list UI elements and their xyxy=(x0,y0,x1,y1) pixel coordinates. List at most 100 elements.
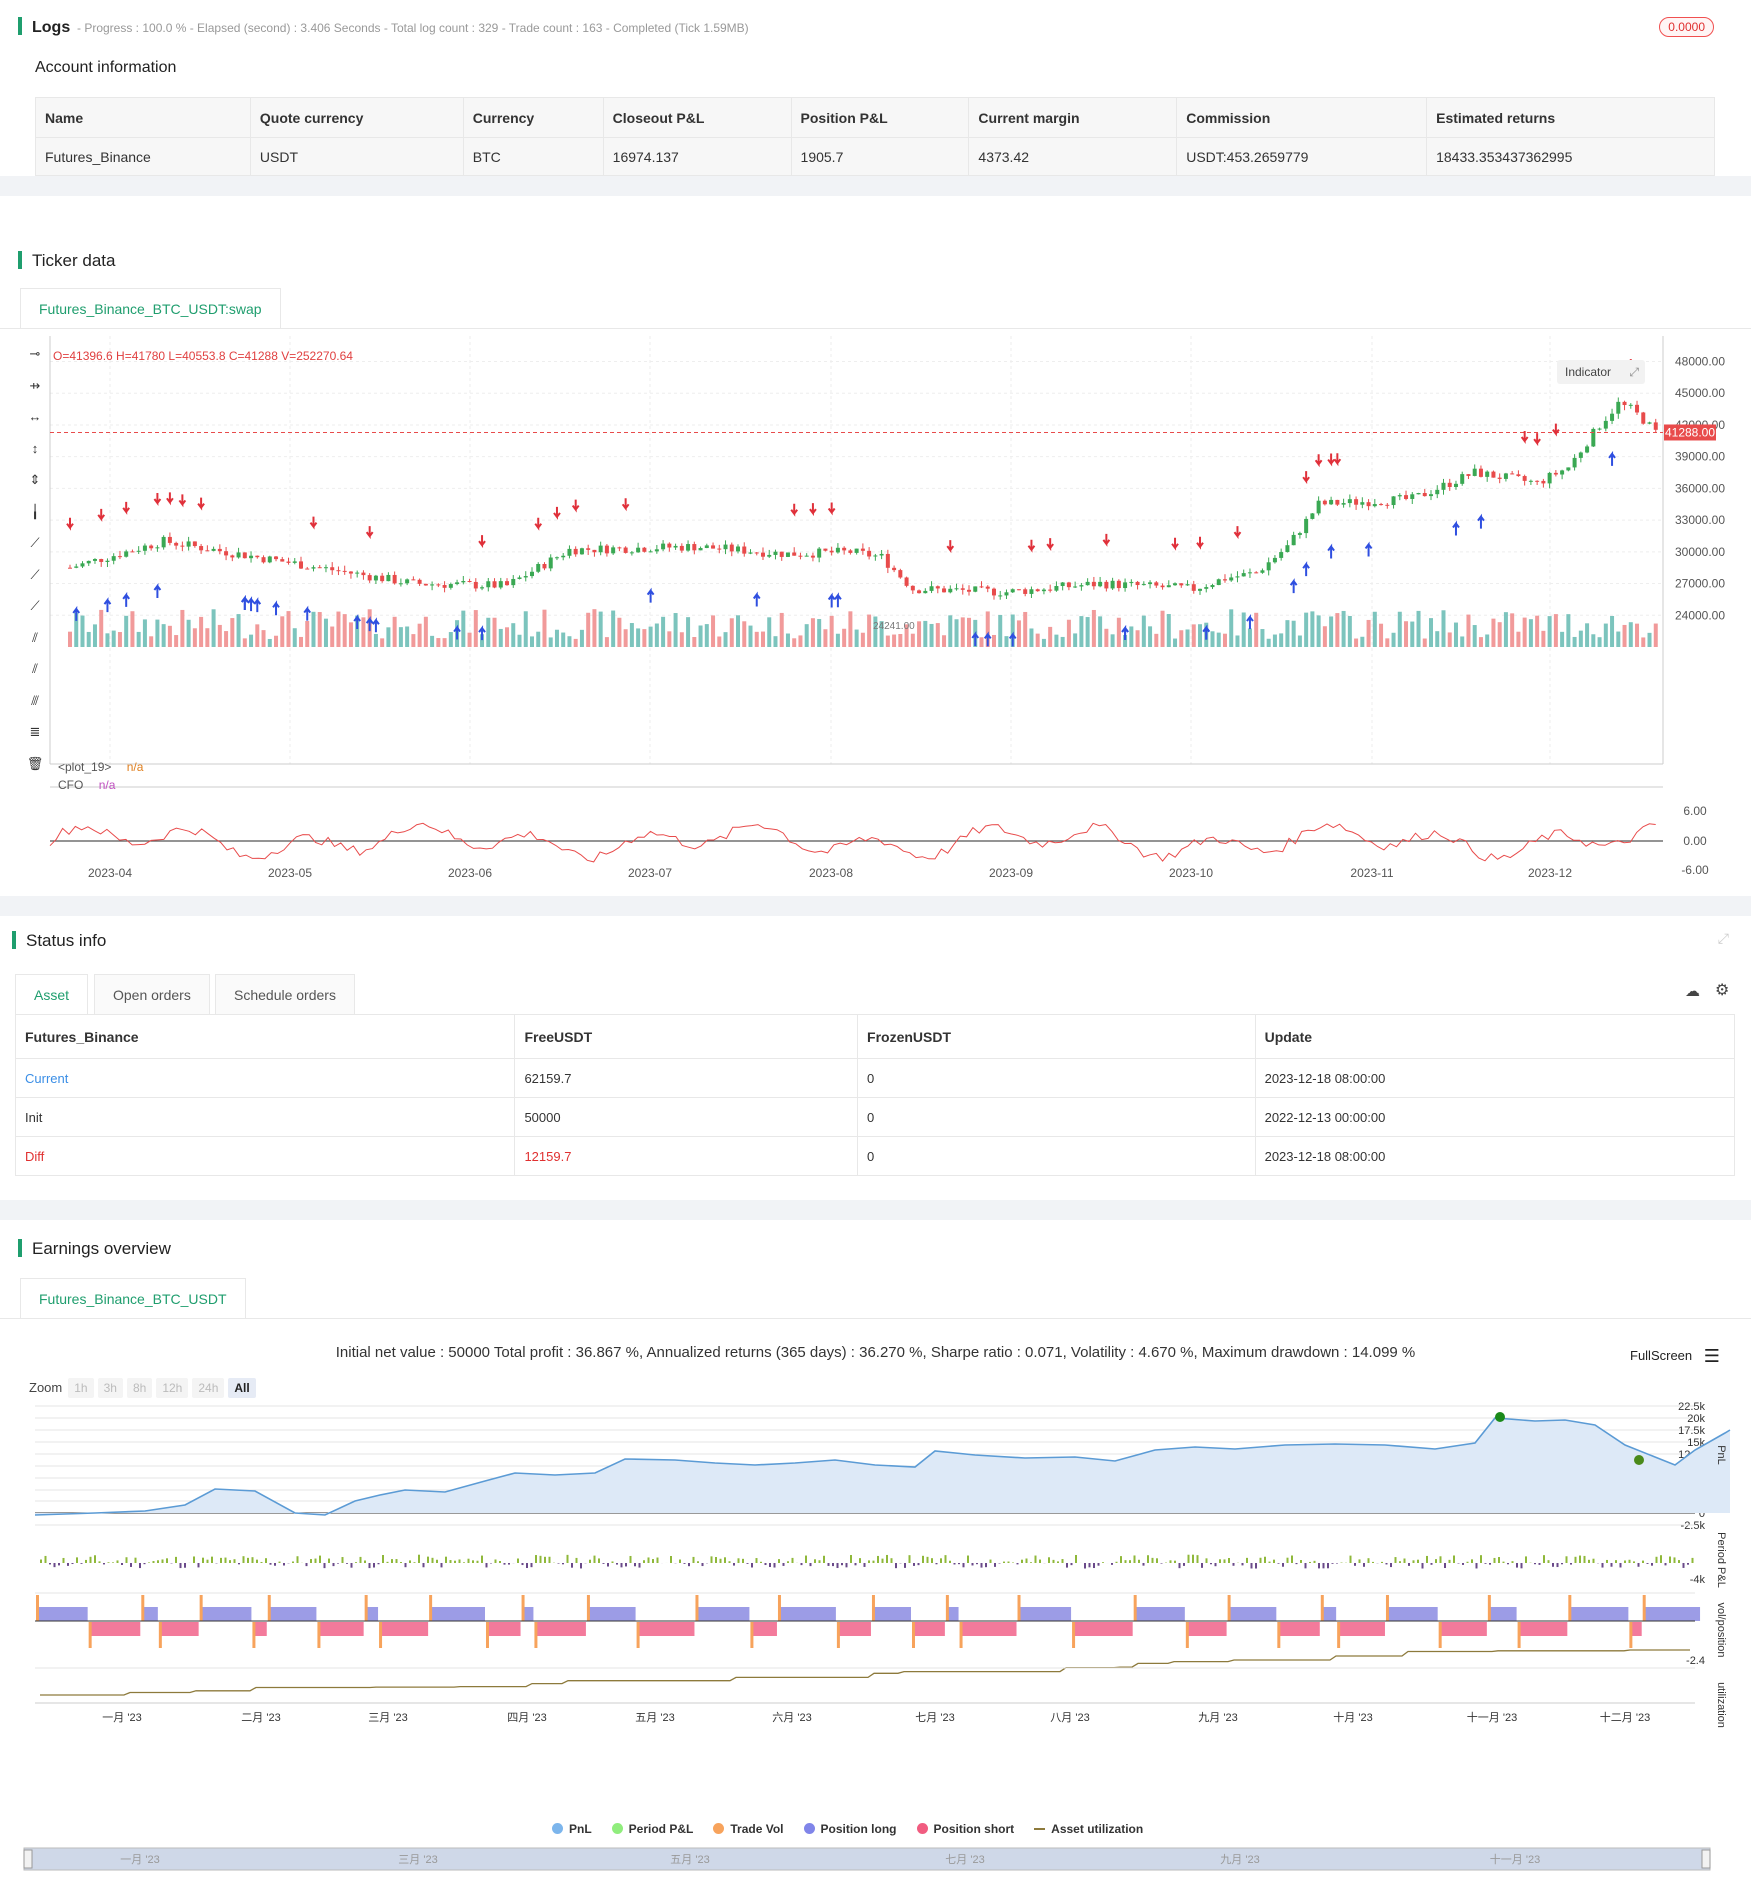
legend-label: Trade Vol xyxy=(730,1822,784,1836)
nav-month-label: 一月 '23 xyxy=(120,1854,159,1866)
asset-cell: Init xyxy=(15,1097,516,1137)
month-tick: 2023-05 xyxy=(268,866,312,880)
status-title: Status info xyxy=(12,931,106,951)
month-tick: 2023-04 xyxy=(88,866,132,880)
earnings-card: Earnings overview Futures_Binance_BTC_US… xyxy=(0,1220,1751,1898)
cfo-legend: CFO n/a xyxy=(58,778,116,792)
zoom-3h[interactable]: 3h xyxy=(97,1378,123,1398)
price-tick: 33000.00 xyxy=(1675,513,1725,527)
month-label: 七月 '23 xyxy=(915,1711,954,1724)
legend-period-p-l[interactable]: Period P&L xyxy=(611,1822,693,1836)
status-card: Status info ⤢ Asset Open orders Schedule… xyxy=(0,916,1751,1200)
pnl-tick: 22.5k xyxy=(1678,1401,1705,1413)
osc-tick: 0.00 xyxy=(1683,834,1707,848)
cloud-download-icon[interactable]: ☁ xyxy=(1685,982,1700,1000)
legend-position-short[interactable]: Position short xyxy=(916,1822,1015,1836)
account-title: Account information xyxy=(35,59,177,76)
legend-dot-icon xyxy=(713,1823,725,1834)
account-col-header: Commission xyxy=(1176,97,1428,138)
price-tick: 39000.00 xyxy=(1675,450,1725,464)
period-pnl-bars xyxy=(40,1554,1694,1569)
earnings-legend: PnL Period P&L Trade Vol Position long Posit… xyxy=(552,1820,1163,1838)
asset-cell: 2022-12-13 00:00:00 xyxy=(1255,1097,1736,1137)
legend-position-long[interactable]: Position long xyxy=(803,1822,897,1836)
month-label: 四月 '23 xyxy=(507,1712,546,1724)
month-label: 一月 '23 xyxy=(102,1712,141,1724)
account-cell: BTC xyxy=(462,137,604,176)
month-label: 二月 '23 xyxy=(241,1712,280,1724)
logs-badge: 0.0000 xyxy=(1659,17,1714,37)
legend-label: Position long xyxy=(820,1822,897,1836)
asset-cell: 0 xyxy=(857,1136,1256,1176)
account-cell: USDT:453.2659779 xyxy=(1176,137,1428,176)
ticker-tab[interactable]: Futures_Binance_BTC_USDT:swap xyxy=(20,288,281,328)
logs-summary: - Progress : 100.0 % - Elapsed (second) … xyxy=(77,21,749,35)
month-tick: 2023-06 xyxy=(448,866,492,880)
asset-cell: 2023-12-18 08:00:00 xyxy=(1255,1058,1736,1098)
account-cell: Futures_Binance xyxy=(35,137,251,176)
month-label: 六月 '23 xyxy=(772,1711,811,1724)
month-tick: 2023-09 xyxy=(989,866,1033,880)
zoom-controls: Zoom 1h 3h 8h 12h 24h All xyxy=(29,1378,260,1398)
legend-label: Asset utilization xyxy=(1051,1822,1144,1836)
legend-pnl[interactable]: PnL xyxy=(552,1822,592,1836)
account-table: Name Quote currency Currency Closeout P&L Po… xyxy=(35,97,1715,176)
min-marker xyxy=(1634,1455,1644,1465)
low-price-label: 24241.00 xyxy=(873,621,915,632)
zoom-24h[interactable]: 24h xyxy=(192,1378,225,1398)
legend-label: Position short xyxy=(933,1822,1015,1836)
asset-row: Current 62159.7 0 2023-12-18 08:00:00 xyxy=(15,1058,1736,1098)
nav-month-label: 十一月 '23 xyxy=(1490,1852,1540,1866)
zoom-all[interactable]: All xyxy=(228,1378,256,1398)
range-navigator[interactable] xyxy=(23,1847,1711,1871)
account-col-header: Estimated returns xyxy=(1426,97,1715,138)
price-tick: 45000.00 xyxy=(1675,386,1725,400)
expand-icon[interactable]: ⤢ xyxy=(1629,360,1639,384)
month-label: 三月 '23 xyxy=(368,1712,407,1724)
gear-icon[interactable]: ⚙ xyxy=(1715,980,1729,1000)
zoom-12h[interactable]: 12h xyxy=(156,1378,189,1398)
asset-cell: Diff xyxy=(15,1136,516,1176)
asset-col-header: FreeUSDT xyxy=(514,1014,859,1059)
asset-col-header: FrozenUSDT xyxy=(857,1014,1256,1059)
ohlc-readout: O=41396.6 H=41780 L=40553.8 C=41288 V=25… xyxy=(53,349,353,363)
legend-trade-vol[interactable]: Trade Vol xyxy=(713,1822,784,1836)
last-price-label: 41288.00 xyxy=(1665,425,1715,439)
earnings-title: Earnings overview xyxy=(18,1239,171,1259)
asset-col-header: Futures_Binance xyxy=(15,1014,516,1059)
trade-markers xyxy=(66,359,1641,647)
tab-open-orders[interactable]: Open orders xyxy=(94,974,210,1014)
nav-month-label: 三月 '23 xyxy=(398,1854,437,1866)
earnings-tab[interactable]: Futures_Binance_BTC_USDT xyxy=(20,1278,246,1318)
month-tick: 2023-12 xyxy=(1528,866,1572,880)
account-col-header: Currency xyxy=(462,97,604,138)
axis-label: vol/position xyxy=(1715,1602,1727,1657)
zoom-1h[interactable]: 1h xyxy=(68,1378,94,1398)
tab-asset[interactable]: Asset xyxy=(15,974,89,1014)
legend-dot-icon xyxy=(552,1823,563,1834)
utilization-line xyxy=(40,1649,1690,1696)
asset-cell: 12159.7 xyxy=(514,1136,859,1176)
axis-label: utilization xyxy=(1715,1682,1727,1728)
fullscreen-icon[interactable]: ⤢ xyxy=(1718,930,1729,947)
account-cell: 18433.353437362995 xyxy=(1426,137,1715,176)
month-label: 十二月 '23 xyxy=(1600,1710,1650,1724)
nav-handle-left[interactable] xyxy=(23,1849,33,1869)
ticker-card: Ticker data Futures_Binance_BTC_USDT:swa… xyxy=(0,196,1751,896)
nav-month-label: 五月 '23 xyxy=(670,1854,709,1866)
account-cell: 4373.42 xyxy=(968,137,1178,176)
indicator-button[interactable]: Indicator ⤢ xyxy=(1557,360,1645,384)
legend-asset-utilization[interactable]: Asset utilization xyxy=(1034,1822,1143,1836)
earnings-chart: 22.5k20k17.5k15k12.5k10k7.5k5k2.5k0-2.5k… xyxy=(23,1401,1731,1871)
asset-col-header: Update xyxy=(1255,1014,1736,1059)
menu-icon[interactable]: ☰ xyxy=(1704,1346,1720,1366)
month-label: 十月 '23 xyxy=(1333,1710,1372,1724)
zoom-8h[interactable]: 8h xyxy=(126,1378,153,1398)
max-marker xyxy=(1495,1412,1505,1422)
asset-cell: 0 xyxy=(857,1097,1256,1137)
fullscreen-button[interactable]: FullScreen ☰ xyxy=(1630,1346,1720,1367)
position-tick: -2.4 xyxy=(1686,1655,1705,1667)
tab-schedule-orders[interactable]: Schedule orders xyxy=(215,974,355,1014)
price-tick: 24000.00 xyxy=(1675,608,1725,622)
nav-handle-right[interactable] xyxy=(1701,1849,1711,1869)
